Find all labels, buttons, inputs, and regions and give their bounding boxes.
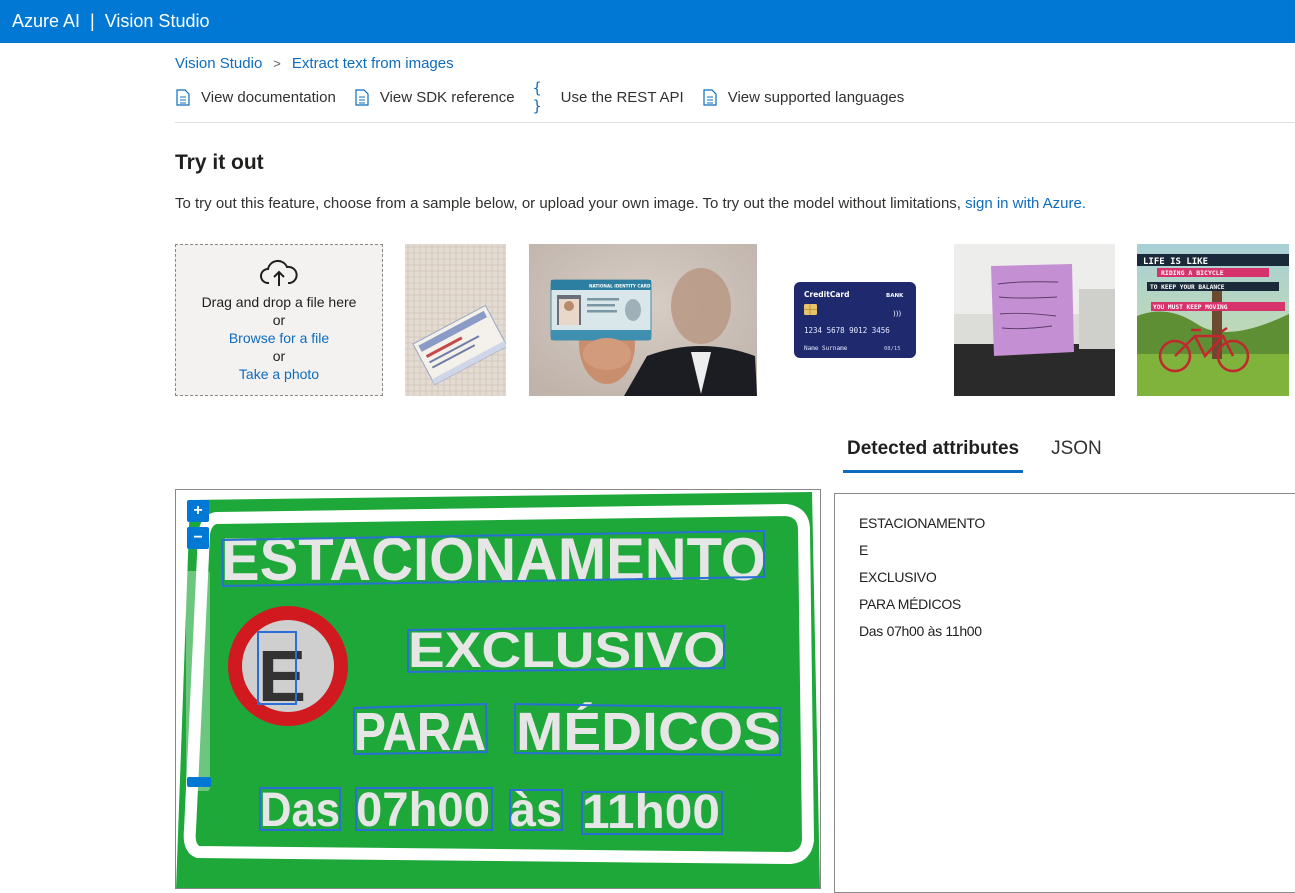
result-tabs: Detected attributes JSON <box>843 438 1130 473</box>
breadcrumb: Vision Studio > Extract text from images <box>175 55 454 72</box>
document-icon <box>702 87 718 107</box>
analyzed-image: ESTACIONAMENTO E EXCLUSIVO PARA MÉDICOS … <box>176 492 820 888</box>
brand-separator: | <box>90 11 95 31</box>
sample-sticky-note[interactable] <box>954 244 1115 396</box>
view-supported-languages-link[interactable]: View supported languages <box>702 87 905 107</box>
result-line: ESTACIONAMENTO <box>859 515 985 531</box>
card-expiry: 08/15 <box>884 346 901 352</box>
product-name[interactable]: Vision Studio <box>105 11 210 32</box>
sign-in-azure-link[interactable]: sign in with Azure. <box>965 195 1086 212</box>
result-line: EXCLUSIVO <box>859 569 937 585</box>
poster-line-4: YOU MUST KEEP MOVING <box>1153 304 1228 311</box>
sample-bicycle-poster[interactable]: LIFE IS LIKE RIDING A BICYCLE TO KEEP YO… <box>1137 244 1289 396</box>
or-text: or <box>272 348 286 364</box>
take-photo-link[interactable]: Take a photo <box>239 365 319 383</box>
zoom-slider-handle[interactable] <box>187 777 211 787</box>
image-viewer[interactable]: ESTACIONAMENTO E EXCLUSIVO PARA MÉDICOS … <box>175 489 821 889</box>
card-name: Name Surname <box>804 345 848 352</box>
zoom-out-button[interactable]: − <box>187 527 209 549</box>
card-bank: BANK <box>886 293 904 299</box>
breadcrumb-root-link[interactable]: Vision Studio <box>175 55 262 72</box>
section-title: Try it out <box>175 151 264 174</box>
chevron-right-icon: > <box>273 56 281 71</box>
documentation-links: View documentation View SDK reference { … <box>175 79 922 115</box>
view-sdk-reference-label: View SDK reference <box>379 88 515 106</box>
card-brand: CreditCard <box>804 290 849 299</box>
breadcrumb-current-link[interactable]: Extract text from images <box>292 55 454 72</box>
sample-credit-card[interactable]: CreditCard BANK ))) 1234 5678 9012 3456 … <box>780 244 930 396</box>
document-icon <box>175 87 191 107</box>
view-documentation-link[interactable]: View documentation <box>175 87 336 107</box>
section-description: To try out this feature, choose from a s… <box>175 195 1086 212</box>
sample-social-security-card[interactable] <box>405 244 506 396</box>
result-line: PARA MÉDICOS <box>859 596 961 612</box>
browse-file-link[interactable]: Browse for a file <box>229 329 329 347</box>
brand-name[interactable]: Azure AI <box>12 11 80 32</box>
header-divider <box>175 122 1295 123</box>
view-supported-languages-label: View supported languages <box>727 88 905 106</box>
zoom-slider-track[interactable] <box>186 571 210 791</box>
result-line: Das 07h00 às 11h00 <box>859 623 982 639</box>
poster-line-3: TO KEEP YOUR BALANCE <box>1150 284 1225 291</box>
cloud-upload-icon <box>260 259 298 286</box>
tab-json[interactable]: JSON <box>1047 438 1106 473</box>
contactless-icon: ))) <box>893 310 901 318</box>
card-number: 1234 5678 9012 3456 <box>804 326 890 335</box>
result-line: E <box>859 542 869 558</box>
description-text: To try out this feature, choose from a s… <box>175 195 961 212</box>
sign-text-11h00: 11h00 <box>582 786 720 839</box>
or-text: or <box>272 312 286 328</box>
use-rest-api-label: Use the REST API <box>560 88 684 106</box>
tab-detected-attributes[interactable]: Detected attributes <box>843 438 1024 473</box>
top-app-bar: Azure AI | Vision Studio <box>0 0 1295 43</box>
view-documentation-label: View documentation <box>201 88 336 106</box>
document-icon <box>354 87 370 107</box>
zoom-in-button[interactable]: + <box>187 500 209 522</box>
view-sdk-reference-link[interactable]: View SDK reference <box>354 87 515 107</box>
poster-line-2: RIDING A BICYCLE <box>1161 269 1224 277</box>
code-braces-icon: { } <box>532 79 542 115</box>
poster-line-1: LIFE IS LIKE <box>1143 257 1208 267</box>
use-rest-api-link[interactable]: { } Use the REST API <box>532 79 684 115</box>
drag-drop-text: Drag and drop a file here <box>201 294 357 310</box>
id-card-header: NATIONAL IDENTITY CARD <box>589 284 651 289</box>
detected-attributes-panel: ESTACIONAMENTO E EXCLUSIVO PARA MÉDICOS … <box>834 493 1295 893</box>
sample-identity-card-photo[interactable]: NATIONAL IDENTITY CARD <box>529 244 757 396</box>
file-drop-zone[interactable]: Drag and drop a file here or Browse for … <box>175 244 383 396</box>
